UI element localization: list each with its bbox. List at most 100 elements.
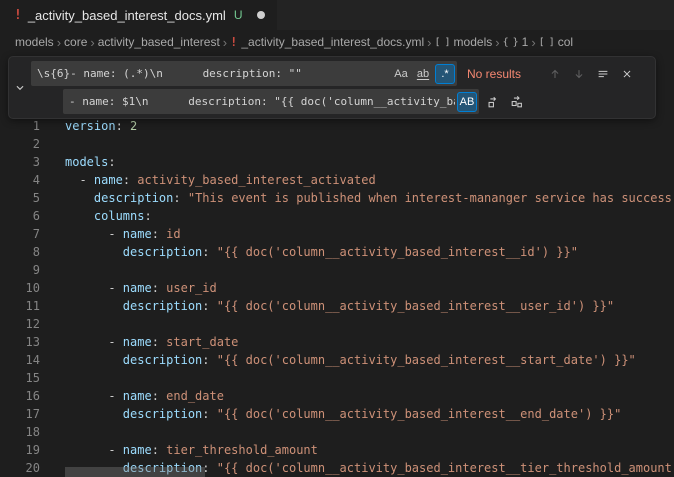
line-number[interactable]: 5: [0, 189, 40, 207]
line-number[interactable]: 3: [0, 153, 40, 171]
whole-word-button[interactable]: ab: [413, 64, 433, 84]
replace-all-icon: [510, 95, 524, 109]
line-number[interactable]: 15: [0, 369, 40, 387]
tab-title: _activity_based_interest_docs.yml: [28, 8, 226, 23]
line-number[interactable]: 11: [0, 297, 40, 315]
match-case-button[interactable]: Aa: [391, 64, 411, 84]
arrow-up-icon: [548, 67, 562, 81]
chevron-right-icon: ›: [90, 35, 94, 50]
dirty-indicator-dot[interactable]: [257, 11, 265, 19]
code-line: models:: [65, 153, 674, 171]
code-line: [65, 423, 674, 441]
replace-all-button[interactable]: [506, 91, 527, 112]
find-widget: \s{6}- name: (.*)\n description: "" Aa a…: [8, 56, 656, 119]
code-line: - name: start_date: [65, 333, 674, 351]
breadcrumb: models›core›activity_based_interest›!_ac…: [0, 30, 674, 54]
line-number[interactable]: 16: [0, 387, 40, 405]
replace-input[interactable]: - name: $1\n description: "{{ doc('colum…: [63, 89, 479, 114]
line-number[interactable]: 9: [0, 261, 40, 279]
replace-icon: [486, 95, 500, 109]
find-query-text: \s{6}- name: (.*)\n description: "": [37, 67, 389, 80]
code-line: - name: activity_based_interest_activate…: [65, 171, 674, 189]
replace-row: - name: $1\n description: "{{ doc('colum…: [63, 89, 649, 114]
breadcrumb-label: activity_based_interest: [98, 35, 220, 49]
vscode-window: ! _activity_based_interest_docs.yml U mo…: [0, 0, 674, 477]
code-line: - name: end_date: [65, 387, 674, 405]
breadcrumb-label: 1: [522, 35, 529, 49]
breadcrumb-item-col[interactable]: [ ] col: [539, 35, 573, 49]
line-number[interactable]: 13: [0, 333, 40, 351]
breadcrumb-item-activity-based-interest[interactable]: activity_based_interest: [98, 35, 220, 49]
next-match-button[interactable]: [568, 63, 589, 84]
tab-activity-based-interest-docs[interactable]: ! _activity_based_interest_docs.yml U: [0, 0, 277, 30]
breadcrumb-item-models[interactable]: [ ] models: [434, 35, 492, 49]
code-line: description: "{{ doc('column__activity_b…: [65, 243, 674, 261]
preserve-case-button[interactable]: AB: [457, 92, 477, 112]
horizontal-scrollbar[interactable]: [65, 467, 205, 477]
code-line: - name: id: [65, 225, 674, 243]
line-number[interactable]: 1: [0, 117, 40, 135]
line-number[interactable]: 18: [0, 423, 40, 441]
code-line: description: "{{ doc('column__activity_b…: [65, 351, 674, 369]
code-line: description: "This event is published wh…: [65, 189, 674, 207]
line-number[interactable]: 12: [0, 315, 40, 333]
gutter[interactable]: 1234567891011121314151617181920: [0, 117, 40, 477]
code-line: description: "{{ doc('column__activity_b…: [65, 297, 674, 315]
line-number[interactable]: 19: [0, 441, 40, 459]
previous-match-button[interactable]: [544, 63, 565, 84]
editor[interactable]: \s{6}- name: (.*)\n description: "" Aa a…: [0, 54, 674, 477]
line-number[interactable]: 20: [0, 459, 40, 477]
find-row: \s{6}- name: (.*)\n description: "" Aa a…: [31, 61, 649, 86]
close-icon: [620, 67, 634, 81]
replace-value-text: - name: $1\n description: "{{ doc('colum…: [69, 95, 455, 108]
find-results-label: No results: [467, 67, 531, 81]
arrow-down-icon: [572, 67, 586, 81]
breadcrumb-label: core: [64, 35, 87, 49]
find-widget-rows: \s{6}- name: (.*)\n description: "" Aa a…: [31, 57, 655, 118]
code-line: [65, 261, 674, 279]
line-number[interactable]: 7: [0, 225, 40, 243]
close-find-widget-button[interactable]: [616, 63, 637, 84]
chevron-right-icon: ›: [495, 35, 499, 50]
chevron-right-icon: ›: [427, 35, 431, 50]
git-status-badge: U: [234, 8, 243, 22]
line-number[interactable]: 2: [0, 135, 40, 153]
chevron-right-icon: ›: [57, 35, 61, 50]
line-number[interactable]: 8: [0, 243, 40, 261]
code-line: [65, 369, 674, 387]
yaml-symbol-icon: !: [230, 35, 237, 49]
object-symbol-icon: { }: [503, 37, 518, 48]
breadcrumb-label: _activity_based_interest_docs.yml: [241, 35, 424, 49]
editor-body: 1234567891011121314151617181920 version:…: [0, 117, 674, 477]
breadcrumb-label: col: [558, 35, 573, 49]
chevron-right-icon: ›: [531, 35, 535, 50]
selection-lines-icon: [596, 67, 610, 81]
replace-button[interactable]: [482, 91, 503, 112]
breadcrumb-item-1[interactable]: { } 1: [503, 35, 529, 49]
breadcrumb-item-models[interactable]: models: [15, 35, 54, 49]
find-in-selection-button[interactable]: [592, 63, 613, 84]
toggle-replace-button[interactable]: [9, 57, 31, 118]
regex-button[interactable]: .*: [435, 64, 455, 84]
breadcrumb-label: models: [454, 35, 493, 49]
array-symbol-icon: [ ]: [434, 37, 449, 48]
chevron-right-icon: ›: [223, 35, 227, 50]
chevron-down-icon: [13, 81, 27, 95]
code-line: - name: user_id: [65, 279, 674, 297]
yaml-file-icon: !: [14, 8, 22, 23]
line-number[interactable]: 17: [0, 405, 40, 423]
code-line: columns:: [65, 207, 674, 225]
code-line: version: 2: [65, 117, 674, 135]
breadcrumb-item-core[interactable]: core: [64, 35, 87, 49]
line-number[interactable]: 6: [0, 207, 40, 225]
breadcrumb-item--activity-based-interest-docs-yml[interactable]: ! _activity_based_interest_docs.yml: [230, 35, 424, 49]
line-number[interactable]: 10: [0, 279, 40, 297]
line-number[interactable]: 4: [0, 171, 40, 189]
code-lines: version: 2 models: - name: activity_based…: [65, 117, 674, 477]
code-line: description: "{{ doc('column__activity_b…: [65, 405, 674, 423]
code-line: - name: tier_threshold_amount: [65, 441, 674, 459]
code-line: [65, 315, 674, 333]
line-number[interactable]: 14: [0, 351, 40, 369]
find-input[interactable]: \s{6}- name: (.*)\n description: "" Aa a…: [31, 61, 457, 86]
array-symbol-icon: [ ]: [539, 37, 554, 48]
